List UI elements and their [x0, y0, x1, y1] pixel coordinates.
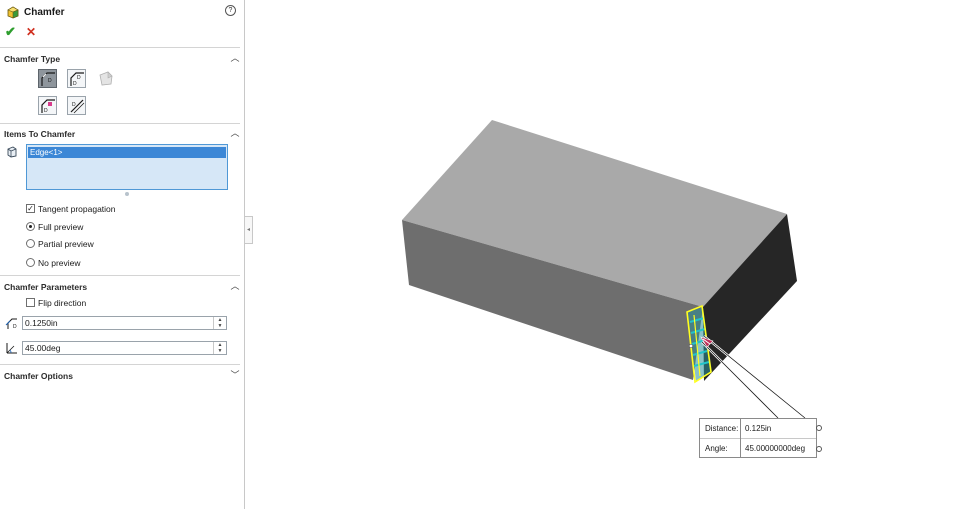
callout-knob[interactable]: [816, 446, 822, 452]
chevron-up-icon[interactable]: ︿: [230, 281, 240, 291]
section-divider: [0, 123, 240, 124]
chevron-up-icon[interactable]: ︿: [230, 128, 240, 138]
section-title-items-to-chamfer[interactable]: Items To Chamfer: [4, 129, 75, 139]
offset-face-icon: D: [41, 99, 55, 114]
chevron-down-icon[interactable]: ﹀: [230, 370, 240, 380]
svg-text:D: D: [48, 78, 52, 84]
tangent-propagation-option[interactable]: ✓ Tangent propagation: [26, 203, 116, 214]
cancel-button[interactable]: ✕: [26, 25, 38, 39]
help-icon[interactable]: ?: [225, 5, 236, 16]
no-preview-radio[interactable]: [26, 258, 35, 267]
partial-preview-option[interactable]: Partial preview: [26, 238, 94, 249]
section-title-chamfer-parameters[interactable]: Chamfer Parameters: [4, 282, 87, 292]
partial-preview-radio[interactable]: [26, 239, 35, 248]
angle-input[interactable]: 45.00deg ▲ ▼: [22, 341, 227, 355]
section-divider: [0, 275, 240, 276]
flip-direction-option[interactable]: Flip direction: [26, 297, 86, 308]
graphics-viewport[interactable]: [253, 0, 960, 509]
section-divider: [0, 47, 240, 48]
no-preview-label: No preview: [38, 257, 81, 268]
angle-distance-icon: D: [41, 72, 55, 86]
distance-value: 0.1250in: [25, 318, 58, 328]
angle-value: 45.00deg: [25, 343, 61, 353]
ok-button[interactable]: ✔: [5, 25, 17, 39]
svg-text:D: D: [73, 81, 77, 87]
dimension-leaders: [701, 335, 806, 419]
callout-angle-row[interactable]: Angle: 45.00000000deg: [700, 439, 816, 458]
resize-grip[interactable]: [125, 192, 129, 196]
section-title-chamfer-type[interactable]: Chamfer Type: [4, 54, 60, 64]
angle-distance-button[interactable]: D: [38, 69, 57, 88]
vertex-icon: [99, 71, 113, 86]
items-listbox[interactable]: Edge<1>: [26, 144, 228, 190]
distance-distance-button[interactable]: D D: [67, 69, 86, 88]
callout-distance-value[interactable]: 0.125in: [745, 424, 771, 433]
edge-selection-icon: [7, 146, 17, 158]
distance-input[interactable]: 0.1250in ▲ ▼: [22, 316, 227, 330]
callout-angle-label: Angle:: [705, 444, 728, 453]
callout-distance-row[interactable]: Distance: 0.125in: [700, 419, 816, 438]
chamfer-feature-icon: [7, 6, 19, 18]
no-preview-option[interactable]: No preview: [26, 257, 81, 268]
svg-text:D: D: [77, 75, 81, 81]
angle-icon: [6, 343, 17, 354]
callout-distance-label: Distance:: [705, 424, 739, 433]
distance-spinner[interactable]: ▲ ▼: [213, 317, 226, 329]
svg-text:D: D: [13, 324, 17, 330]
chevron-up-icon[interactable]: ︿: [230, 53, 240, 63]
face-face-button[interactable]: D: [67, 96, 86, 115]
flip-direction-checkbox[interactable]: [26, 298, 35, 307]
vertex-chamfer-button[interactable]: [96, 69, 115, 88]
tangent-propagation-checkbox[interactable]: ✓: [26, 204, 35, 213]
svg-text:D: D: [44, 108, 48, 114]
tangent-propagation-label: Tangent propagation: [38, 203, 116, 214]
full-preview-radio[interactable]: [26, 222, 35, 231]
offset-face-button[interactable]: D: [38, 96, 57, 115]
spin-down-icon[interactable]: ▼: [214, 323, 226, 329]
callout-angle-value[interactable]: 45.00000000deg: [745, 444, 805, 453]
callout-knob[interactable]: [816, 425, 822, 431]
distance-icon: D: [5, 318, 17, 330]
face-face-icon: D: [70, 99, 85, 114]
panel-title: Chamfer: [24, 6, 65, 18]
list-item[interactable]: Edge<1>: [28, 147, 226, 158]
section-divider: [0, 364, 240, 365]
distance-distance-icon: D D: [70, 72, 84, 87]
panel-collapse-handle[interactable]: ◂: [245, 216, 253, 244]
partial-preview-label: Partial preview: [38, 238, 94, 249]
spin-down-icon[interactable]: ▼: [214, 348, 226, 354]
full-preview-option[interactable]: Full preview: [26, 221, 83, 232]
svg-text:D: D: [72, 102, 76, 108]
section-title-chamfer-options[interactable]: Chamfer Options: [4, 371, 73, 381]
full-preview-label: Full preview: [38, 221, 84, 232]
dimension-callout[interactable]: Distance: 0.125in Angle: 45.00000000deg: [699, 418, 817, 458]
panel-header: Chamfer: [6, 4, 65, 20]
flip-direction-label: Flip direction: [38, 297, 87, 308]
callout-column-divider: [740, 419, 741, 457]
angle-spinner[interactable]: ▲ ▼: [213, 342, 226, 354]
property-manager-panel: Chamfer ? ✔ ✕ Chamfer Type ︿ D D D D D I…: [0, 0, 245, 509]
